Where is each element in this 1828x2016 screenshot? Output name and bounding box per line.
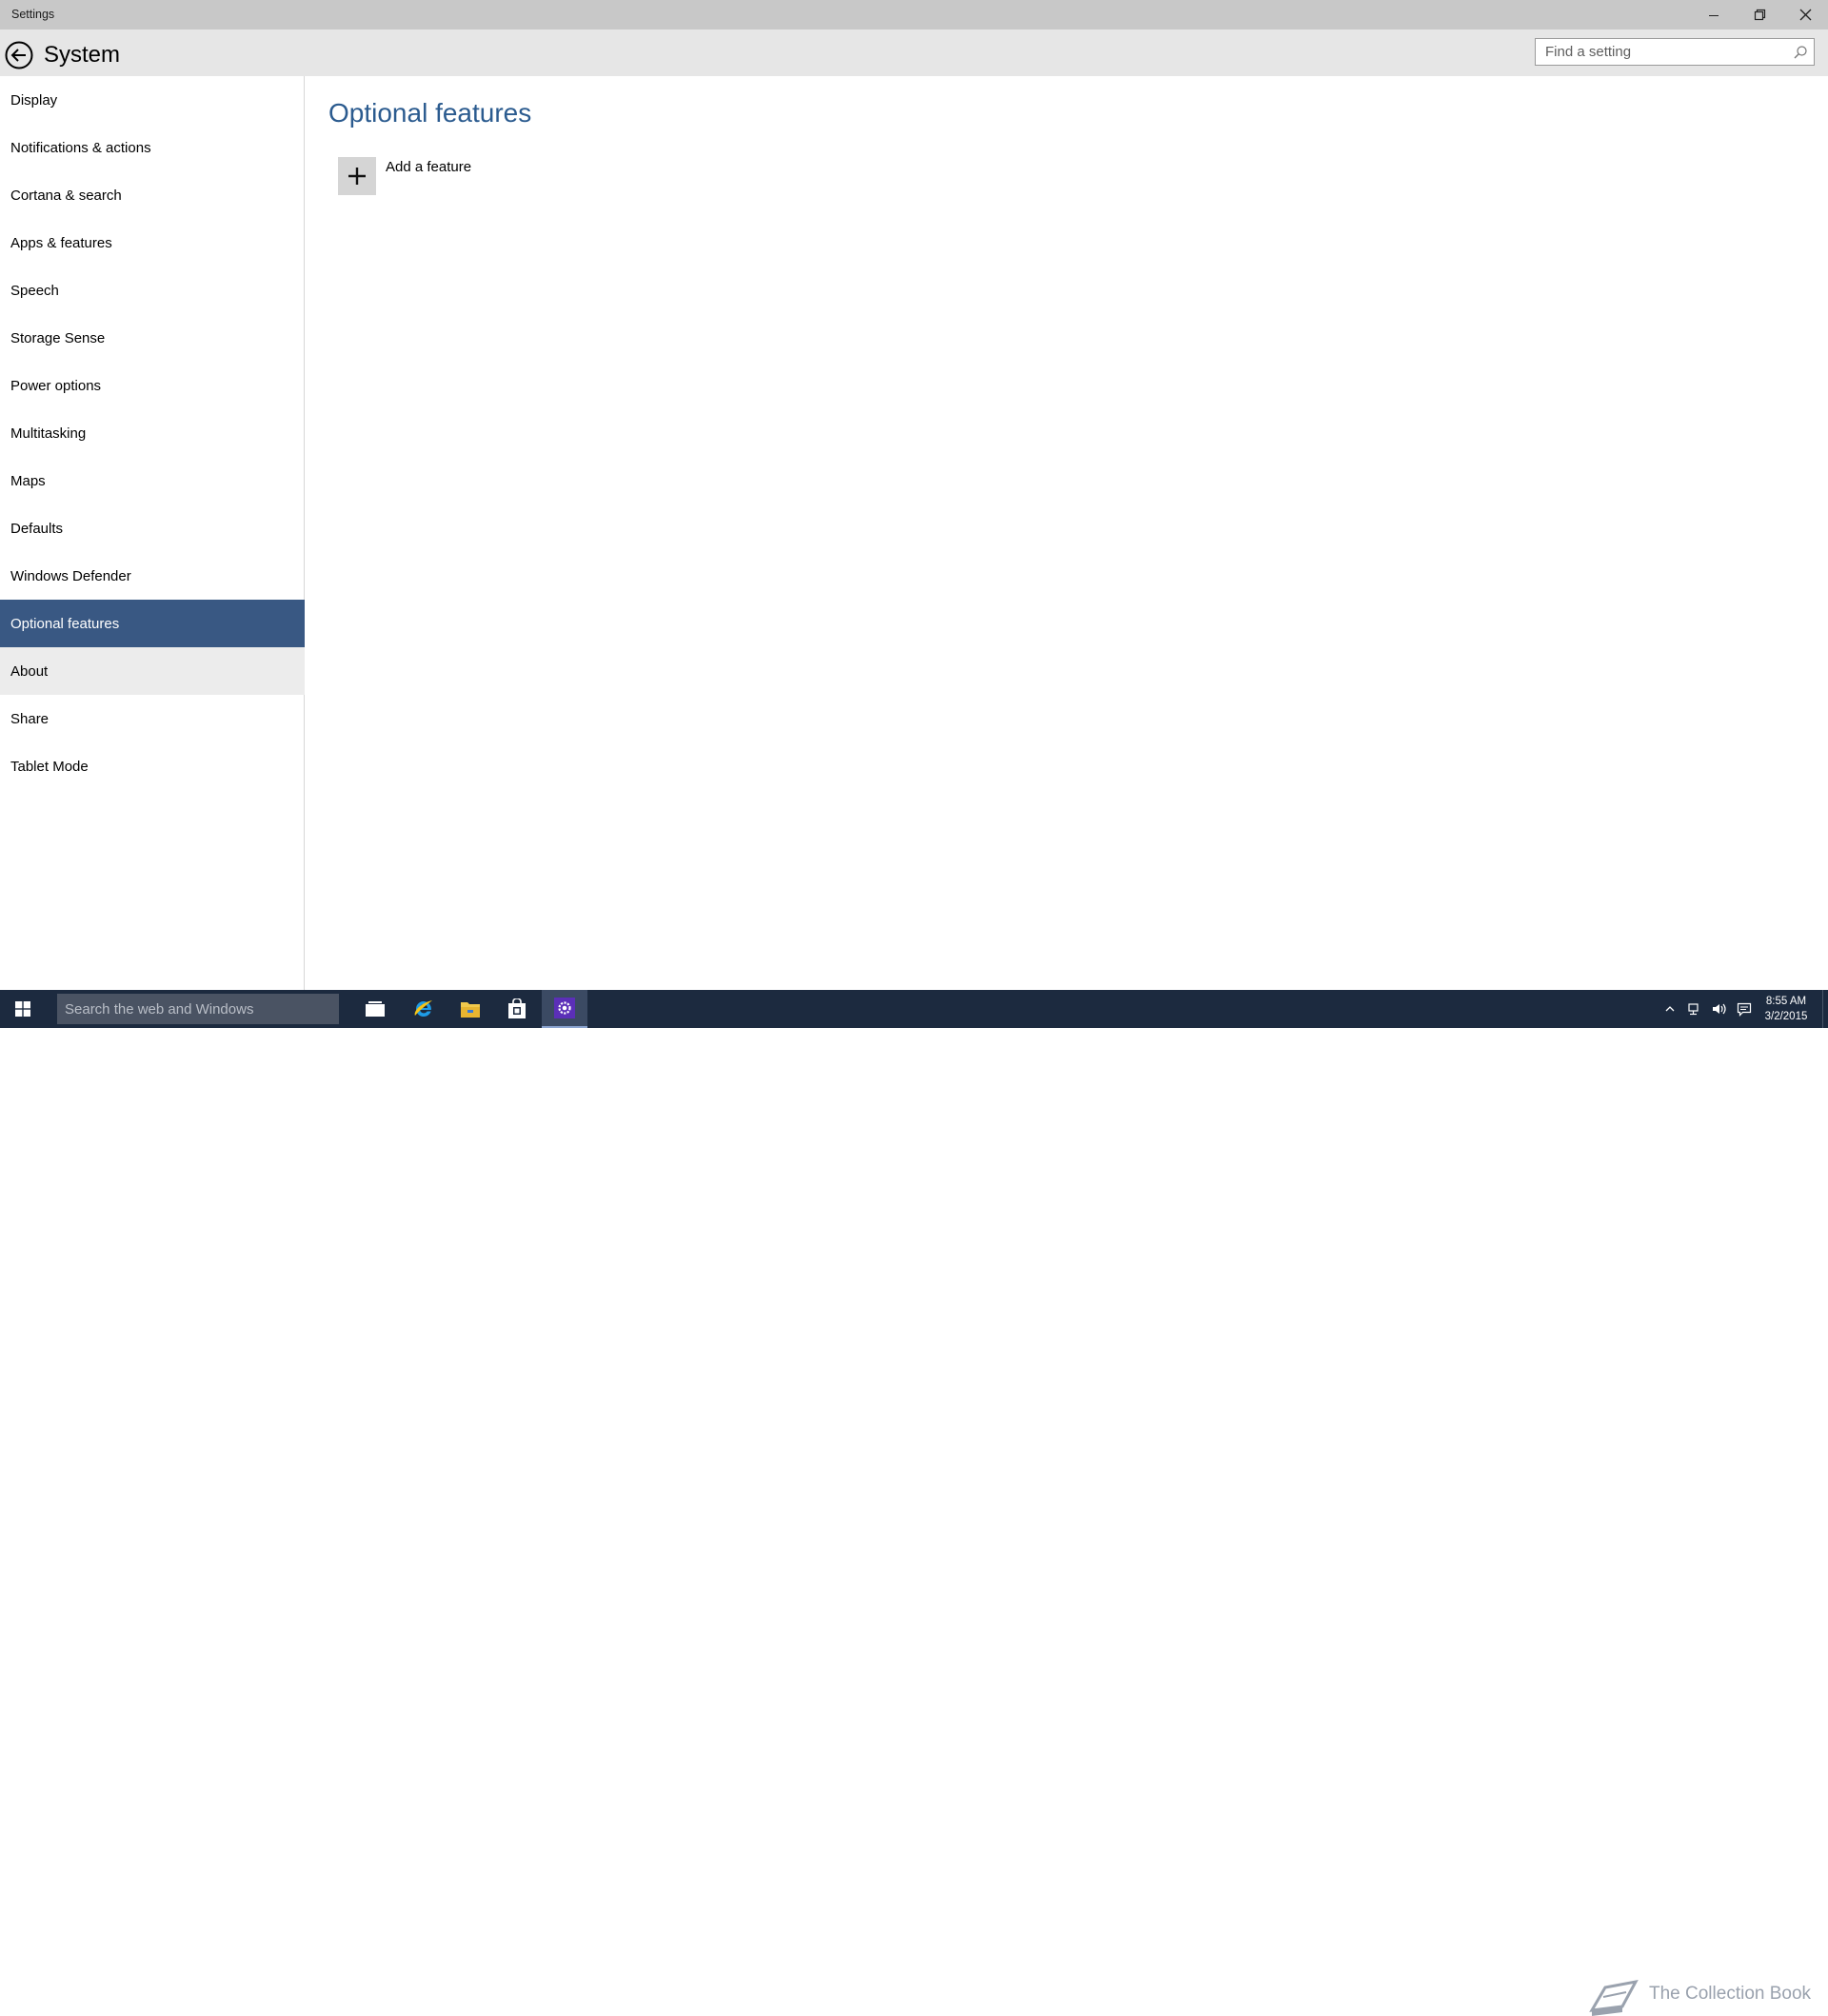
page-title: Optional features [328, 98, 532, 128]
back-arrow-icon [5, 41, 33, 69]
search-input[interactable] [1536, 39, 1778, 65]
sidebar-item-label: Apps & features [10, 234, 112, 251]
sidebar-item-label: Multitasking [10, 425, 87, 442]
network-button[interactable] [1683, 990, 1706, 1028]
close-icon [1799, 9, 1811, 21]
message-icon [1737, 1002, 1752, 1017]
taskbar: The Collection Book 8:55 AM 3/2/2015 [0, 990, 1828, 2016]
title-bar: Settings [0, 0, 1828, 30]
sidebar-item-multitasking[interactable]: Multitasking [0, 409, 305, 457]
book-icon [1589, 1979, 1639, 2016]
minimize-icon [1709, 14, 1719, 16]
search-icon[interactable] [1793, 45, 1808, 60]
sidebar-item-label: Maps [10, 472, 46, 489]
sidebar-item-label: Share [10, 710, 50, 727]
task-view-button[interactable] [352, 990, 398, 1028]
plus-icon [348, 168, 366, 185]
sidebar-item-storage-sense[interactable]: Storage Sense [0, 314, 305, 362]
store-icon [508, 998, 526, 1018]
sidebar-item-share[interactable]: Share [0, 695, 305, 742]
sidebar-item-label: Cortana & search [10, 187, 122, 204]
internet-explorer-button[interactable] [401, 990, 447, 1028]
start-button[interactable] [0, 990, 46, 1028]
show-desktop-button[interactable] [1822, 990, 1828, 1028]
minimize-button[interactable] [1691, 0, 1737, 30]
close-button[interactable] [1782, 0, 1828, 30]
sidebar-item-windows-defender[interactable]: Windows Defender [0, 552, 305, 600]
page-heading: System [44, 42, 121, 68]
sidebar-item-defaults[interactable]: Defaults [0, 504, 305, 552]
taskbar-search-input[interactable] [57, 994, 339, 1024]
network-icon [1688, 1003, 1699, 1016]
settings-icon [554, 998, 575, 1018]
sidebar-item-cortana-search[interactable]: Cortana & search [0, 171, 305, 219]
sidebar-item-tablet-mode[interactable]: Tablet Mode [0, 742, 305, 790]
folder-icon [461, 1002, 480, 1018]
sidebar-item-speech[interactable]: Speech [0, 267, 305, 314]
sidebar-item-label: Defaults [10, 520, 64, 537]
add-feature-button[interactable]: Add a feature [338, 156, 624, 196]
watermark-text: The Collection Book [1649, 1984, 1812, 2004]
add-feature-tile[interactable] [338, 157, 376, 195]
sidebar-item-notifications[interactable]: Notifications & actions [0, 124, 305, 171]
store-button[interactable] [494, 990, 540, 1028]
clock-date: 3/2/2015 [1764, 1011, 1808, 1022]
clock[interactable]: 8:55 AM 3/2/2015 [1759, 994, 1813, 1024]
sidebar-item-power-options[interactable]: Power options [0, 362, 305, 409]
sidebar-item-display[interactable]: Display [0, 76, 305, 124]
sidebar-item-label: Optional features [10, 615, 120, 632]
add-feature-label: Add a feature [386, 159, 472, 175]
taskbar-search-box[interactable] [57, 994, 339, 1024]
internet-explorer-icon [414, 1000, 432, 1017]
sidebar-item-label: Tablet Mode [10, 758, 89, 775]
chevron-up-icon [1665, 1006, 1675, 1012]
task-view-icon [366, 1001, 385, 1017]
sidebar-item-maps[interactable]: Maps [0, 457, 305, 504]
sidebar-item-label: Notifications & actions [10, 139, 151, 156]
sidebar-item-label: Speech [10, 282, 59, 299]
sidebar-item-optional-features[interactable]: Optional features [0, 600, 305, 647]
watermark: The Collection Book [1588, 1978, 1811, 2016]
sidebar-item-label: Power options [10, 377, 102, 394]
clock-time: 8:55 AM [1765, 996, 1807, 1007]
restore-icon [1754, 9, 1765, 21]
window-title: Settings [11, 8, 55, 21]
volume-button[interactable] [1708, 990, 1731, 1028]
back-button[interactable] [5, 41, 33, 69]
speaker-icon [1713, 1003, 1726, 1015]
sidebar-item-label: Display [10, 91, 58, 109]
sidebar: Display Notifications & actions Cortana … [0, 76, 305, 990]
file-explorer-button[interactable] [447, 990, 493, 1028]
sidebar-item-label: Storage Sense [10, 329, 106, 346]
settings-app-button[interactable] [542, 990, 587, 1028]
restore-button[interactable] [1737, 0, 1782, 30]
find-setting-search[interactable] [1535, 38, 1815, 66]
sidebar-item-label: Windows Defender [10, 567, 131, 584]
tray-overflow-button[interactable] [1660, 990, 1679, 1028]
sidebar-item-apps-features[interactable]: Apps & features [0, 219, 305, 267]
windows-logo-icon [15, 1001, 30, 1017]
sidebar-item-about[interactable]: About [0, 647, 305, 695]
sidebar-item-label: About [10, 662, 49, 680]
action-center-button[interactable] [1733, 990, 1756, 1028]
